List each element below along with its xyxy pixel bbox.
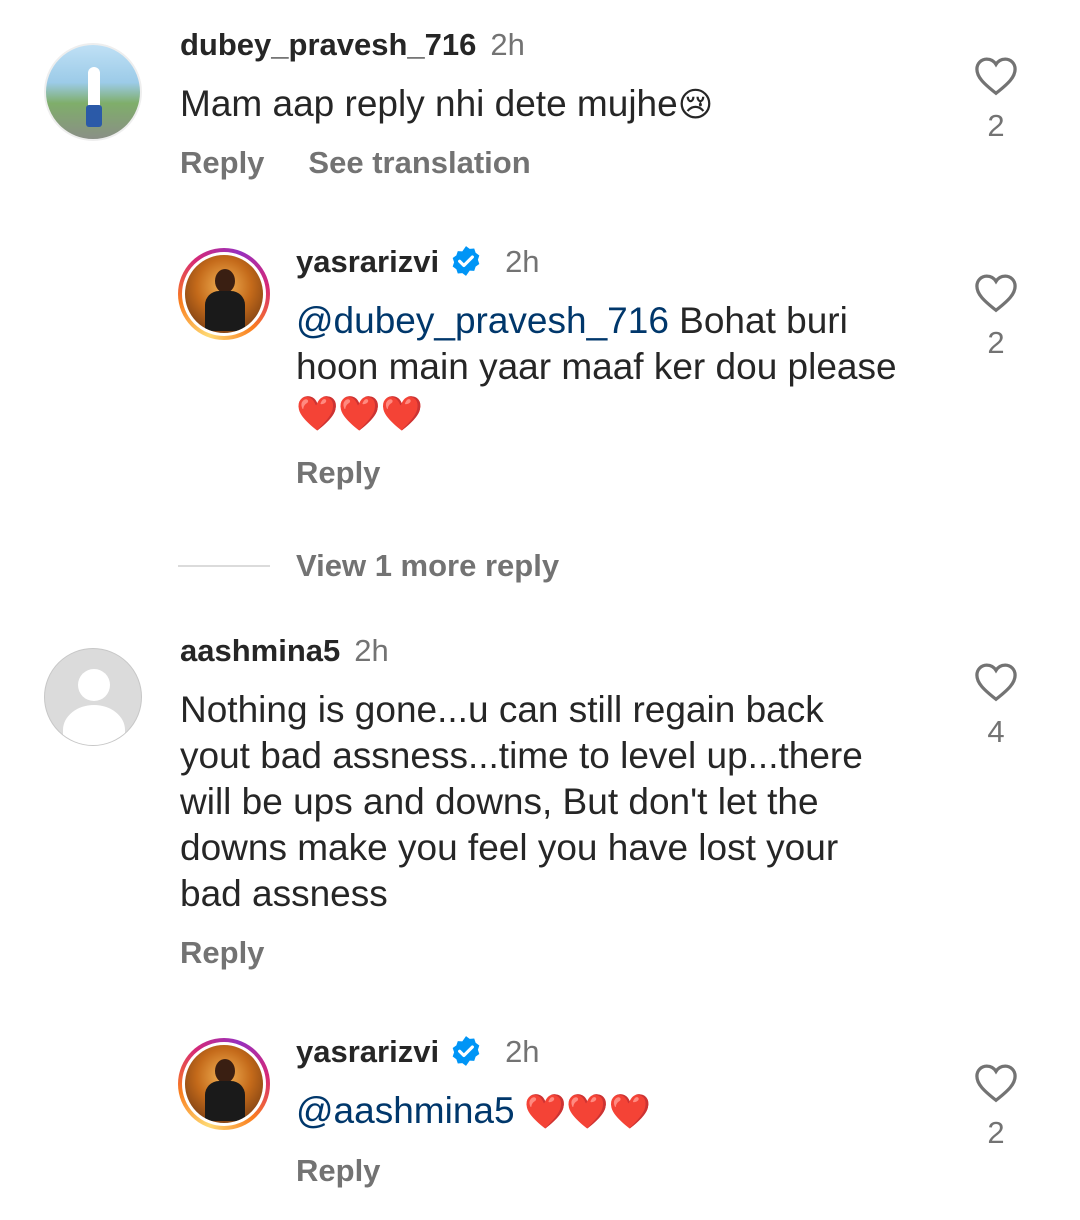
view-more-label[interactable]: View 1 more reply xyxy=(296,548,559,584)
username[interactable]: yasrarizvi xyxy=(296,1034,439,1069)
avatar[interactable] xyxy=(44,648,142,746)
reply-button[interactable]: Reply xyxy=(180,935,264,970)
comment-body: Bohat buri xyxy=(668,300,848,341)
heart-outline-icon[interactable] xyxy=(974,56,1018,96)
crying-emoji: 😢 xyxy=(677,86,714,124)
comment-meta: yasrarizvi 2h xyxy=(296,244,540,280)
comment-text: @dubey_pravesh_716 Bohat buri hoon main y… xyxy=(296,298,897,437)
comment-text: Nothing is gone...u can still regain bac… xyxy=(180,687,863,917)
divider-line xyxy=(178,565,270,567)
comment-actions: Reply xyxy=(296,1153,424,1189)
verified-badge-icon xyxy=(452,246,480,276)
reply-button[interactable]: Reply xyxy=(180,145,264,180)
comment-line: Nothing is gone...u can still regain bac… xyxy=(180,689,824,730)
heart-outline-icon[interactable] xyxy=(974,1063,1018,1103)
mention-link[interactable]: @dubey_pravesh_716 xyxy=(296,300,669,341)
like-control: 4 xyxy=(974,662,1018,750)
timestamp: 2h xyxy=(490,27,525,62)
comment-actions: Reply See translation xyxy=(180,145,575,181)
comment-body: hoon main yaar maaf ker dou please xyxy=(296,346,897,387)
like-control: 2 xyxy=(974,1063,1018,1151)
avatar[interactable] xyxy=(178,1038,270,1130)
like-control: 2 xyxy=(974,56,1018,144)
comment-line: yout bad assness...time to level up...th… xyxy=(180,735,863,776)
heart-emojis: ❤️❤️❤️ xyxy=(514,1093,652,1131)
like-control: 2 xyxy=(974,273,1018,361)
heart-emojis: ❤️❤️❤️ xyxy=(296,395,424,433)
heart-outline-icon[interactable] xyxy=(974,273,1018,313)
reply-button[interactable]: Reply xyxy=(296,455,380,490)
timestamp: 2h xyxy=(354,633,389,668)
comment-meta: aashmina5 2h xyxy=(180,633,389,669)
avatar[interactable] xyxy=(44,43,142,141)
like-count: 2 xyxy=(987,108,1005,143)
comment-meta: yasrarizvi 2h xyxy=(296,1034,540,1070)
comment-actions: Reply xyxy=(296,455,424,491)
username[interactable]: yasrarizvi xyxy=(296,244,439,279)
mention-link[interactable]: @aashmina5 xyxy=(296,1090,515,1131)
like-count: 2 xyxy=(987,325,1005,360)
username[interactable]: aashmina5 xyxy=(180,633,340,668)
comment-meta: dubey_pravesh_716 2h xyxy=(180,27,525,63)
timestamp: 2h xyxy=(505,1034,540,1069)
comment-body: Mam aap reply nhi dete mujhe xyxy=(180,83,678,124)
see-translation-button[interactable]: See translation xyxy=(308,145,530,180)
timestamp: 2h xyxy=(505,244,540,279)
verified-badge-icon xyxy=(452,1036,480,1066)
comment-text: @aashmina5 ❤️❤️❤️ xyxy=(296,1088,651,1135)
like-count: 4 xyxy=(987,714,1005,749)
avatar[interactable] xyxy=(178,248,270,340)
comment-line: downs make you feel you have lost your xyxy=(180,827,839,868)
heart-outline-icon[interactable] xyxy=(974,662,1018,702)
comment-line: bad assness xyxy=(180,873,388,914)
username[interactable]: dubey_pravesh_716 xyxy=(180,27,476,62)
comment-line: will be ups and downs, But don't let the xyxy=(180,781,819,822)
like-count: 2 xyxy=(987,1115,1005,1150)
comment-text: Mam aap reply nhi dete mujhe😢 xyxy=(180,81,713,128)
reply-button[interactable]: Reply xyxy=(296,1153,380,1188)
comment-actions: Reply xyxy=(180,935,308,971)
